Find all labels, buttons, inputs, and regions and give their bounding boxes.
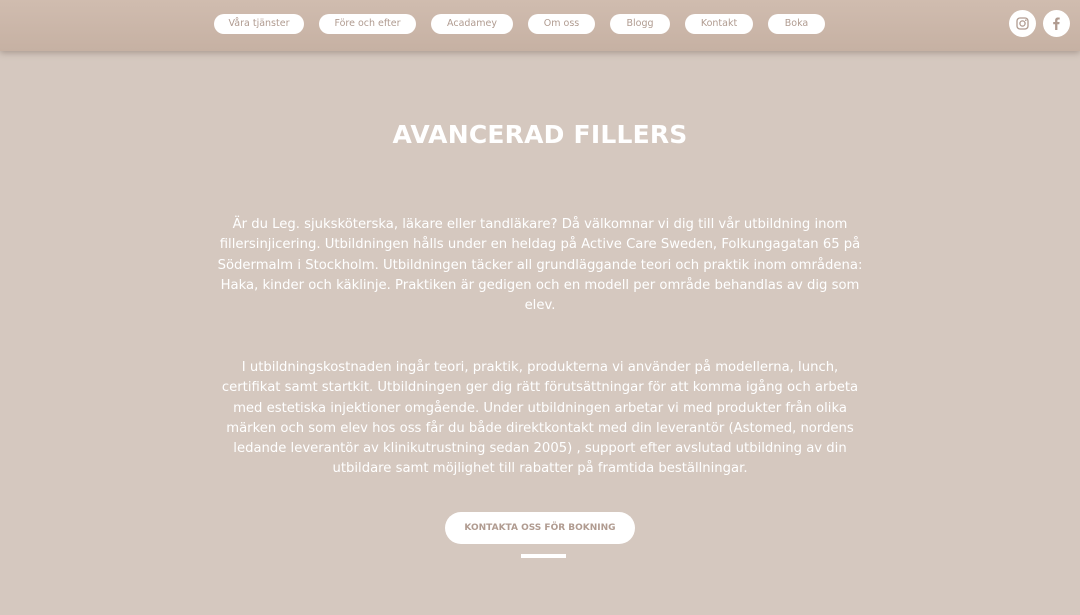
divider	[521, 554, 566, 558]
instagram-icon	[1016, 17, 1029, 30]
nav-item-boka[interactable]: Boka	[768, 14, 825, 34]
nav-item-fore-och-efter[interactable]: Före och efter	[319, 14, 416, 34]
details-paragraph: I utbildningskostnaden ingår teori, prak…	[221, 360, 859, 477]
nav-item-academy[interactable]: Acadamey	[431, 14, 513, 34]
nav-item-om-oss[interactable]: Om oss	[528, 14, 595, 34]
site-header: Våra tjänster Före och efter Acadamey Om…	[0, 0, 1080, 51]
facebook-icon	[1053, 17, 1060, 30]
page-title: AVANCERAD FILLERS	[392, 120, 688, 149]
contact-booking-button[interactable]: KONTAKTA OSS FÖR BOKNING	[445, 512, 635, 544]
intro-paragraph: Är du Leg. sjuksköterska, läkare eller t…	[217, 217, 863, 314]
nav-item-vara-tjanster[interactable]: Våra tjänster	[214, 14, 304, 34]
instagram-link[interactable]	[1009, 10, 1036, 37]
nav-item-blogg[interactable]: Blogg	[610, 14, 670, 34]
nav-item-kontakt[interactable]: Kontakt	[685, 14, 753, 34]
facebook-link[interactable]	[1043, 10, 1070, 37]
